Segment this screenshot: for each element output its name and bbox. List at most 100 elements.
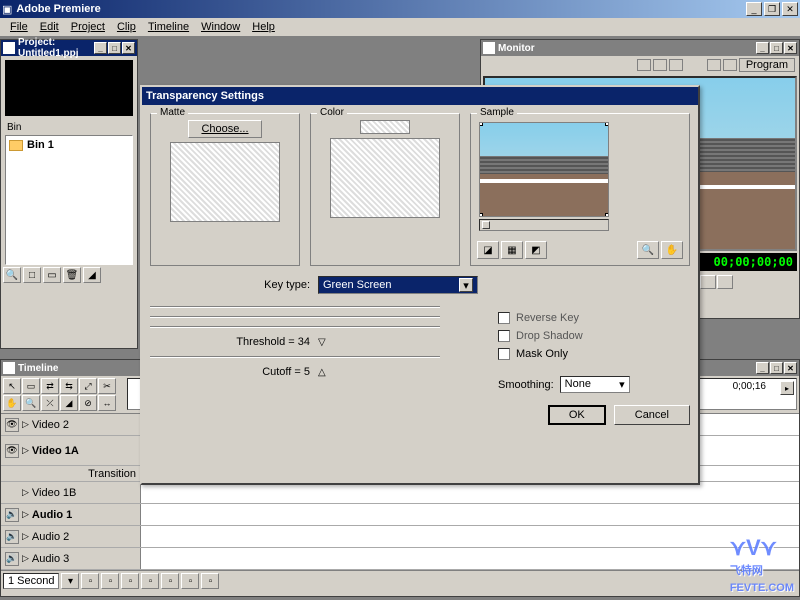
monitor-layout-dual-button[interactable]	[653, 59, 667, 71]
handle-tr[interactable]	[605, 122, 609, 126]
razor-tool[interactable]: ✂	[98, 378, 116, 394]
in-out-tool[interactable]: ↔	[98, 395, 116, 411]
slider-thumb[interactable]	[482, 221, 490, 229]
track-body[interactable]	[141, 482, 799, 503]
project-minimize-button[interactable]: _	[94, 42, 107, 54]
maximize-button[interactable]: ❐	[764, 2, 780, 16]
color-preview[interactable]	[330, 138, 440, 218]
tl-opt4-button[interactable]: ▫	[141, 573, 159, 589]
track-body[interactable]	[141, 504, 799, 525]
monitor-titlebar[interactable]: Monitor _ □ ✕	[481, 40, 799, 56]
range-tool[interactable]: ▭	[22, 378, 40, 394]
dialog-titlebar[interactable]: Transparency Settings	[142, 87, 698, 105]
expand-icon[interactable]: ▷	[22, 487, 29, 498]
pan-sample-button[interactable]: ✋	[661, 241, 683, 259]
smoothing-select[interactable]: None ▾	[560, 376, 630, 393]
minimize-button[interactable]: _	[746, 2, 762, 16]
ok-button[interactable]: OK	[548, 405, 606, 425]
close-button[interactable]: ✕	[782, 2, 798, 16]
rolling-edit-tool[interactable]: ⇄	[41, 378, 59, 394]
menu-timeline[interactable]: Timeline	[142, 19, 195, 35]
project-close-button[interactable]: ✕	[122, 42, 135, 54]
color-swatch[interactable]	[360, 120, 410, 134]
bin-item[interactable]: Bin 1	[8, 138, 130, 152]
expand-icon[interactable]: ▷	[22, 419, 29, 430]
eye-icon[interactable]: 👁	[5, 444, 19, 458]
prev-edit-button[interactable]	[700, 275, 716, 289]
next-edit-button[interactable]	[717, 275, 733, 289]
monitor-target-button[interactable]	[723, 59, 737, 71]
monitor-source-button[interactable]	[707, 59, 721, 71]
tl-opt6-button[interactable]: ▫	[181, 573, 199, 589]
expand-icon[interactable]: ▷	[22, 445, 29, 456]
track-body[interactable]	[141, 526, 799, 547]
menu-help[interactable]: Help	[246, 19, 281, 35]
threshold-slider-marker[interactable]: ▽	[318, 337, 326, 348]
cutoff-slider-marker[interactable]: △	[318, 367, 326, 378]
keytype-select[interactable]: Green Screen ▾	[318, 276, 478, 294]
project-bin-list[interactable]: Bin 1	[5, 135, 133, 265]
tl-opt7-button[interactable]: ▫	[201, 573, 219, 589]
preview-white-button[interactable]: ◪	[477, 241, 499, 259]
scroll-right-button[interactable]: ▸	[780, 381, 794, 395]
menu-file[interactable]: File	[4, 19, 34, 35]
project-maximize-button[interactable]: □	[108, 42, 121, 54]
new-bin-button[interactable]: □	[23, 267, 41, 283]
find-button[interactable]: 🔍	[3, 267, 21, 283]
monitor-layout-single-button[interactable]	[637, 59, 651, 71]
reverse-key-check[interactable]: Reverse Key	[498, 312, 690, 324]
timeline-minimize-button[interactable]: _	[756, 362, 769, 374]
handle-br[interactable]	[605, 213, 609, 217]
monitor-layout-trim-button[interactable]	[669, 59, 683, 71]
fade-tool[interactable]: ◢	[60, 395, 78, 411]
track-body[interactable]	[141, 548, 799, 569]
rate-stretch-tool[interactable]: ⤢	[79, 378, 97, 394]
drop-shadow-check[interactable]: Drop Shadow	[498, 330, 690, 342]
mask-only-check[interactable]: Mask Only	[498, 348, 690, 360]
selection-tool[interactable]: ↖	[3, 378, 21, 394]
tl-opt2-button[interactable]: ▫	[101, 573, 119, 589]
project-titlebar[interactable]: Project: Untitled1.ppj _ □ ✕	[1, 40, 137, 56]
track-label: Audio 3	[32, 553, 69, 565]
link-tool[interactable]: ⊘	[79, 395, 97, 411]
timeline-close-button[interactable]: ✕	[784, 362, 797, 374]
expand-icon[interactable]: ▷	[22, 509, 29, 520]
cancel-button[interactable]: Cancel	[614, 405, 690, 425]
zoom-tool[interactable]: 🔍	[22, 395, 40, 411]
menu-project[interactable]: Project	[65, 19, 111, 35]
zoom-dropdown-button[interactable]: ▾	[61, 573, 79, 589]
menu-clip[interactable]: Clip	[111, 19, 142, 35]
eye-icon[interactable]: 👁	[5, 418, 19, 432]
speaker-icon[interactable]: 🔊	[5, 530, 19, 544]
ripple-edit-tool[interactable]: ⇆	[60, 378, 78, 394]
monitor-maximize-button[interactable]: □	[770, 42, 783, 54]
matte-preview[interactable]	[170, 142, 280, 222]
crossfade-tool[interactable]: ⤫	[41, 395, 59, 411]
handle-bl[interactable]	[479, 213, 483, 217]
zoom-level[interactable]: 1 Second	[3, 573, 59, 589]
tl-opt1-button[interactable]: ▫	[81, 573, 99, 589]
expand-icon[interactable]: ▷	[22, 531, 29, 542]
program-tab[interactable]: Program	[739, 58, 795, 72]
choose-button[interactable]: Choose...	[188, 120, 261, 138]
monitor-minimize-button[interactable]: _	[756, 42, 769, 54]
zoom-sample-button[interactable]: 🔍	[637, 241, 659, 259]
speaker-icon[interactable]: 🔊	[5, 508, 19, 522]
resize-button[interactable]: ◢	[83, 267, 101, 283]
expand-icon[interactable]: ▷	[22, 553, 29, 564]
monitor-close-button[interactable]: ✕	[784, 42, 797, 54]
timeline-maximize-button[interactable]: □	[770, 362, 783, 374]
sample-preview[interactable]	[479, 122, 609, 217]
tl-opt3-button[interactable]: ▫	[121, 573, 139, 589]
tl-opt5-button[interactable]: ▫	[161, 573, 179, 589]
sample-slider[interactable]	[479, 219, 609, 231]
menu-edit[interactable]: Edit	[34, 19, 65, 35]
menu-window[interactable]: Window	[195, 19, 246, 35]
handle-tl[interactable]	[479, 122, 483, 126]
delete-button[interactable]: 🗑	[63, 267, 81, 283]
hand-tool[interactable]: ✋	[3, 395, 21, 411]
new-item-button[interactable]: ▭	[43, 267, 61, 283]
preview-image-button[interactable]: ◩	[525, 241, 547, 259]
speaker-icon[interactable]: 🔊	[5, 552, 19, 566]
preview-black-button[interactable]: ▦	[501, 241, 523, 259]
